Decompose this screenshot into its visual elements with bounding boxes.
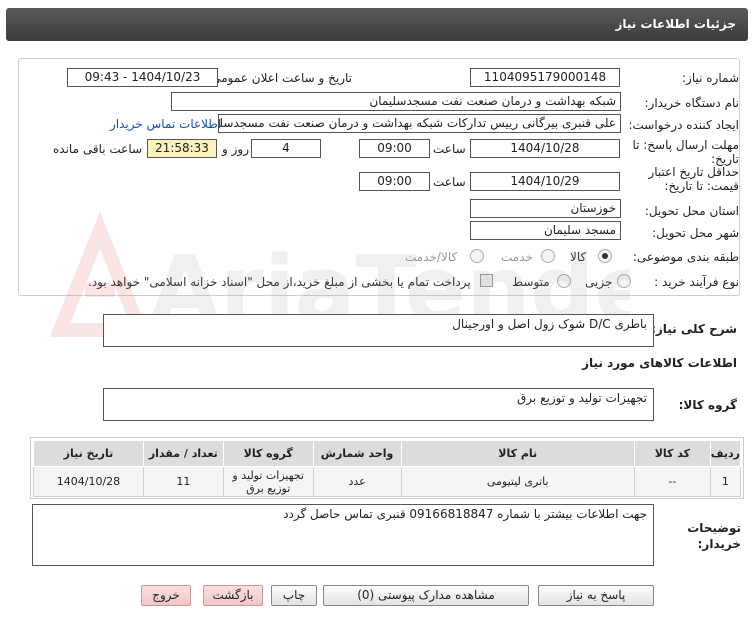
treasury-note: پرداخت تمام یا بخشی از مبلغ خرید،از محل … xyxy=(88,275,471,289)
col-header-code: کد کالا xyxy=(633,440,711,467)
category-radio-service[interactable] xyxy=(541,249,555,263)
buyer-org-label: نام دستگاه خریدار: xyxy=(644,96,740,110)
cell-code: -- xyxy=(633,466,711,497)
validity-label: حداقل تاریخ اعتبار قیمت: تا تاریخ: xyxy=(648,165,739,193)
buyer-notes-label: توضیحات خریدار: xyxy=(687,521,741,551)
validity-date-field: 1404/10/29 xyxy=(470,172,620,191)
purchase-option-medium: متوسط xyxy=(512,275,550,289)
need-number-label: شماره نیاز: xyxy=(682,71,739,85)
days-field: 4 xyxy=(251,139,321,158)
purchase-radio-medium[interactable] xyxy=(557,274,571,288)
col-header-qty: تعداد / مقدار xyxy=(142,440,224,467)
category-radio-goods[interactable] xyxy=(598,249,612,263)
purchase-option-minor: جزیی xyxy=(585,275,613,289)
goods-group-field: تجهیزات تولید و توزیع برق xyxy=(103,388,654,421)
category-option-both: کالا/خدمت xyxy=(405,250,458,264)
deadline-label: مهلت ارسال پاسخ: تا تاریخ: xyxy=(632,138,739,166)
col-header-row: ردیف xyxy=(709,440,742,467)
category-option-goods: کالا xyxy=(570,250,587,264)
province-field: خوزستان xyxy=(470,199,621,218)
days-label: روز و xyxy=(222,142,249,156)
validity-time-field: 09:00 xyxy=(359,172,430,191)
treasury-checkbox[interactable] xyxy=(480,274,493,287)
goods-group-label: گروه کالا: xyxy=(678,398,737,412)
purchase-radio-minor[interactable] xyxy=(617,274,631,288)
validity-time-label: ساعت xyxy=(433,175,466,189)
items-table: ردیف کد کالا نام کالا واحد شمارش گروه کا… xyxy=(33,440,742,497)
attachments-button[interactable]: مشاهده مدارک پیوستی (0) xyxy=(323,585,529,606)
exit-button[interactable]: خروج xyxy=(141,585,191,606)
description-field: باطری D/C شوک زول اصل و اورجینال xyxy=(103,314,654,347)
cell-unit: عدد xyxy=(312,466,402,497)
col-header-group: گروه کالا xyxy=(222,440,314,467)
print-button[interactable]: چاپ xyxy=(271,585,317,606)
creator-field: علی قنبری بیرگانی رییس تدارکات شبکه بهدا… xyxy=(218,114,621,133)
back-button[interactable]: بازگشت xyxy=(203,585,263,606)
table-row: 1 -- باتری لیتیومی عدد تجهیزات تولید و ت… xyxy=(33,466,742,497)
col-header-name: نام کالا xyxy=(400,440,635,467)
cell-row: 1 xyxy=(709,466,742,497)
remaining-label: ساعت باقی مانده xyxy=(53,142,143,156)
deadline-date-field: 1404/10/28 xyxy=(470,139,620,158)
city-label: شهر محل تحویل: xyxy=(652,226,739,240)
reply-button[interactable]: پاسخ به نیاز xyxy=(538,585,654,606)
deadline-time-label: ساعت xyxy=(433,142,466,156)
col-header-unit: واحد شمارش xyxy=(312,440,402,467)
cell-qty: 11 xyxy=(142,466,224,497)
col-header-date: تاریخ نیاز xyxy=(33,440,144,467)
cell-name: باتری لیتیومی xyxy=(400,466,635,497)
page-title: جزئیات اطلاعات نیاز xyxy=(615,17,736,31)
cell-group: تجهیزات تولید و توزیع برق xyxy=(222,466,314,497)
purchase-type-label: نوع فرآیند خرید : xyxy=(654,275,739,289)
need-number-field: 1104095179000148 xyxy=(470,68,620,87)
remaining-time-field: 21:58:33 xyxy=(147,139,217,158)
cell-date: 1404/10/28 xyxy=(33,466,144,497)
category-label: طبقه بندی موضوعی: xyxy=(632,250,739,264)
province-label: استان محل تحویل: xyxy=(644,204,739,218)
category-option-service: خدمت xyxy=(501,250,533,264)
buyer-contact-link[interactable]: اطلاعات تماس خریدار xyxy=(110,117,221,131)
city-field: مسجد سلیمان xyxy=(470,221,621,240)
page-header: جزئیات اطلاعات نیاز xyxy=(6,8,748,41)
category-radio-both[interactable] xyxy=(470,249,484,263)
creator-label: ایجاد کننده درخواست: xyxy=(628,118,739,132)
announce-label: تاریخ و ساعت اعلان عمومی: xyxy=(207,71,352,85)
goods-info-title: اطلاعات کالاهای مورد نیاز xyxy=(582,356,737,370)
buyer-org-field: شبکه بهداشت و درمان صنعت نفت مسجدسلیمان xyxy=(171,92,621,111)
buyer-notes-field: جهت اطلاعات بیشتر با شماره 09166818847 ق… xyxy=(32,504,654,566)
deadline-time-field: 09:00 xyxy=(359,139,430,158)
description-label: شرح کلی نیاز: xyxy=(651,322,737,336)
announce-field: 1404/10/23 - 09:43 xyxy=(67,68,218,87)
